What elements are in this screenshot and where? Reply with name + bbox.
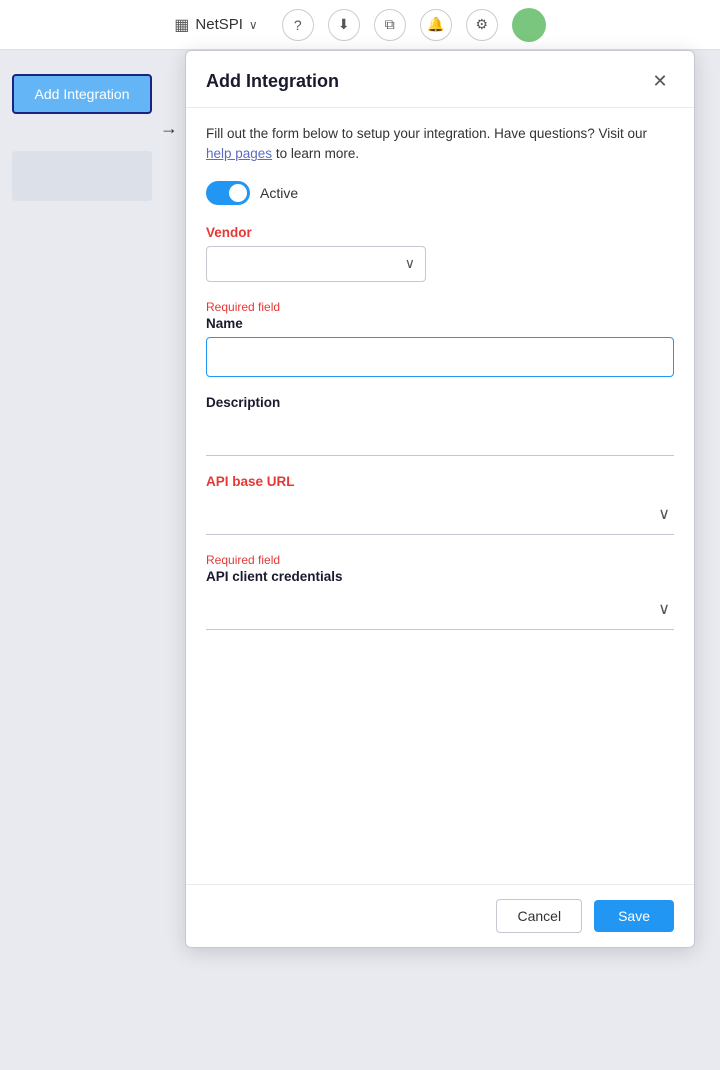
vendor-chevron-icon: ∨ [405,255,415,272]
settings-icon-button[interactable]: ⚙ [466,9,498,41]
api-credentials-label: API client credentials [206,569,674,584]
arrow-indicator: → [160,118,173,139]
user-avatar[interactable] [512,8,546,42]
add-integration-button[interactable]: Add Integration [12,74,152,114]
help-pages-link[interactable]: help pages [206,146,272,161]
cancel-button[interactable]: Cancel [496,899,582,933]
modal-overlay: Add Integration ✕ Fill out the form belo… [185,50,720,1070]
description-label: Description [206,395,674,410]
api-url-field-group: API base URL ∨ [206,474,674,535]
modal-title: Add Integration [206,71,339,92]
modal-body: Fill out the form below to setup your in… [186,108,694,884]
api-url-chevron-icon: ∨ [658,504,670,524]
add-integration-modal: Add Integration ✕ Fill out the form belo… [185,50,695,948]
save-button[interactable]: Save [594,900,674,932]
name-field-group: Required field Name [206,300,674,377]
brand-name: NetSPI [195,16,243,33]
copy-icon-button[interactable]: ⧉ [374,9,406,41]
vendor-select[interactable]: ∨ [206,246,426,282]
description-text-part2: to learn more. [272,146,359,161]
api-url-label: API base URL [206,474,674,489]
modal-header: Add Integration ✕ [186,51,694,108]
brand-icon: ▦ [174,15,189,35]
top-navigation: ▦ NetSPI ∨ ? ⬇ ⧉ 🔔 ⚙ [0,0,720,50]
main-layout: Add Integration → Add Integration ✕ Fill… [0,50,720,1070]
toggle-slider [206,181,250,205]
name-label: Name [206,316,674,331]
help-icon-button[interactable]: ? [282,9,314,41]
active-toggle-label: Active [260,185,298,201]
nav-icon-group: ? ⬇ ⧉ 🔔 ⚙ [282,8,546,42]
api-credentials-chevron-icon: ∨ [658,599,670,619]
sidebar-placeholder [12,151,152,201]
api-credentials-field-group: Required field API client credentials ∨ [206,553,674,630]
api-url-dropdown[interactable]: ∨ [206,495,674,535]
api-credentials-dropdown[interactable]: ∨ [206,590,674,630]
description-text-part1: Fill out the form below to setup your in… [206,126,647,141]
brand-chevron-icon: ∨ [249,18,258,32]
sidebar: Add Integration → [0,50,185,1070]
modal-body-spacer [206,648,674,868]
bell-icon-button[interactable]: 🔔 [420,9,452,41]
modal-close-button[interactable]: ✕ [646,67,674,95]
name-input[interactable] [206,337,674,377]
nav-brand[interactable]: ▦ NetSPI ∨ [174,15,257,35]
description-field-group: Description [206,395,674,456]
api-credentials-required-text: Required field [206,553,674,567]
name-required-text: Required field [206,300,674,314]
active-toggle-row: Active [206,181,674,205]
active-toggle[interactable] [206,181,250,205]
modal-description: Fill out the form below to setup your in… [206,124,674,165]
vendor-label: Vendor [206,225,674,240]
description-input[interactable] [206,416,674,456]
modal-footer: Cancel Save [186,884,694,947]
vendor-field-group: Vendor ∨ [206,225,674,282]
download-icon-button[interactable]: ⬇ [328,9,360,41]
